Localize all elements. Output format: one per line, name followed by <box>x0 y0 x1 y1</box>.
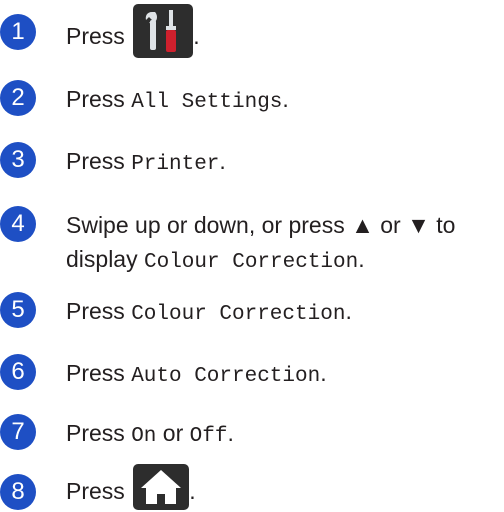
step-instruction: Press Printer. <box>66 146 226 180</box>
period: . <box>219 148 226 174</box>
step-5: 5 Press Colour Correction. <box>0 292 504 332</box>
period: . <box>193 23 200 50</box>
settings-tools-icon[interactable] <box>133 4 194 58</box>
option-off[interactable]: Off <box>190 425 228 448</box>
step-7: 7 Press On or Off. <box>0 414 504 454</box>
press-label: Press <box>66 360 125 386</box>
press-label: Press <box>66 298 125 324</box>
press-label: Press <box>66 148 125 174</box>
home-icon[interactable] <box>133 464 190 510</box>
step-number-badge: 8 <box>0 474 36 510</box>
press-label: Press <box>66 23 125 50</box>
period: . <box>345 298 352 324</box>
step-6: 6 Press Auto Correction. <box>0 354 504 394</box>
step-instruction-line-2: display Colour Correction. <box>66 244 365 278</box>
step-number-badge: 3 <box>0 142 36 178</box>
period: . <box>227 420 234 446</box>
step-2: 2 Press All Settings. <box>0 80 504 120</box>
step-number-badge: 7 <box>0 414 36 450</box>
option-on[interactable]: On <box>131 425 156 448</box>
step-instruction: Press On or Off. <box>66 418 234 452</box>
step-number-badge: 4 <box>0 206 36 242</box>
step-8: 8 Press . <box>0 464 504 512</box>
menu-item-all-settings[interactable]: All Settings <box>131 91 282 114</box>
period: . <box>282 86 289 112</box>
display-label: display <box>66 246 138 272</box>
step-instruction: Press Auto Correction. <box>66 358 327 392</box>
menu-item-colour-correction[interactable]: Colour Correction <box>131 303 345 326</box>
period: . <box>358 246 365 272</box>
menu-item-auto-correction[interactable]: Auto Correction <box>131 365 320 388</box>
press-label: Press <box>66 478 125 505</box>
menu-item-colour-correction[interactable]: Colour Correction <box>144 251 358 274</box>
period: . <box>189 478 196 505</box>
step-instruction-line-1: Swipe up or down, or press ▲ or ▼ to <box>66 210 455 240</box>
step-number-badge: 1 <box>0 14 36 50</box>
step-instruction: Press . <box>66 4 200 58</box>
or-label: or <box>162 420 184 446</box>
press-label: Press <box>66 420 125 446</box>
step-4: 4 Swipe up or down, or press ▲ or ▼ to d… <box>0 206 504 278</box>
step-instruction: Press All Settings. <box>66 84 289 118</box>
menu-item-printer[interactable]: Printer <box>131 153 219 176</box>
step-number-badge: 6 <box>0 354 36 390</box>
step-number-badge: 5 <box>0 292 36 328</box>
step-instruction: Press . <box>66 464 196 510</box>
period: . <box>320 360 327 386</box>
step-3: 3 Press Printer. <box>0 142 504 182</box>
step-1: 1 Press . <box>0 4 504 66</box>
press-label: Press <box>66 86 125 112</box>
step-instruction: Press Colour Correction. <box>66 296 352 330</box>
instruction-text: Swipe up or down, or press ▲ or ▼ to <box>66 212 456 238</box>
step-number-badge: 2 <box>0 80 36 116</box>
